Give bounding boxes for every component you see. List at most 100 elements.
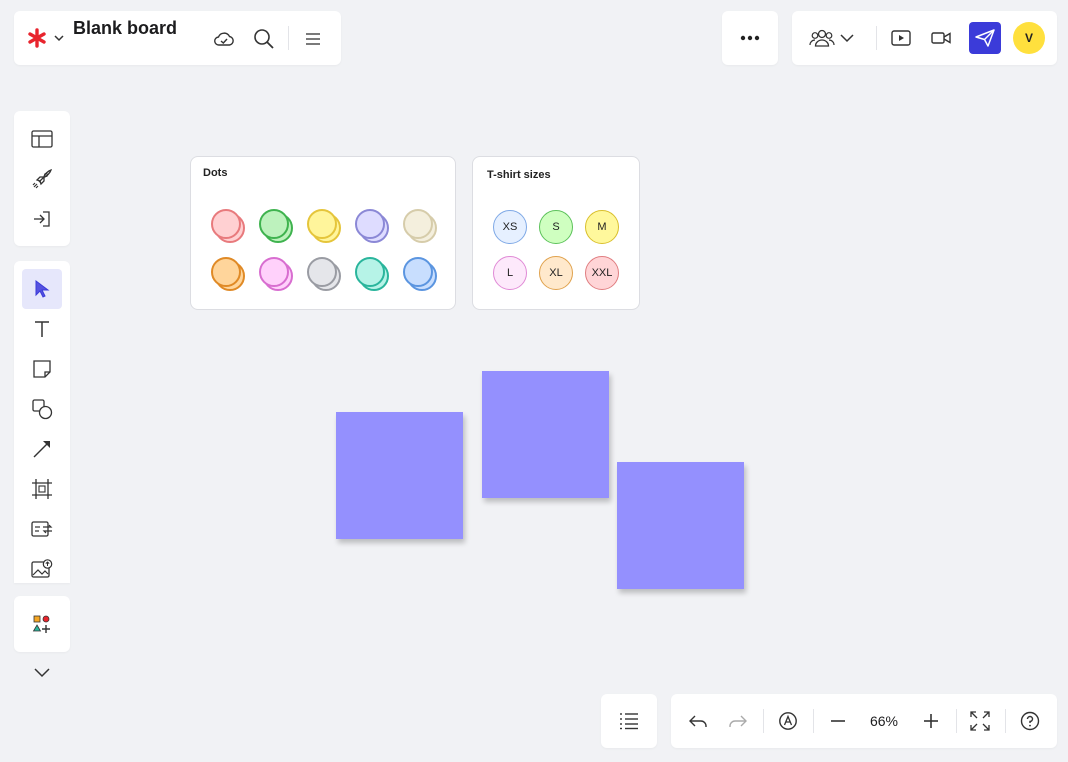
top-left-toolbar <box>14 11 341 65</box>
send-paper-plane-icon <box>975 29 995 47</box>
tshirt-size-l[interactable]: L <box>493 256 527 290</box>
zoom-level[interactable]: 66% <box>860 712 908 730</box>
divider <box>1005 709 1006 733</box>
sticky-note-icon <box>33 360 51 378</box>
dot-sticker[interactable] <box>403 209 437 243</box>
outline-button[interactable] <box>615 707 643 735</box>
video-camera-icon <box>931 32 951 44</box>
outline-panel <box>601 694 657 748</box>
text-t-icon <box>35 321 49 337</box>
quick-start-button[interactable] <box>28 165 56 193</box>
app-menu-button[interactable] <box>24 24 68 52</box>
search-icon <box>254 29 274 49</box>
share-button[interactable] <box>969 22 1001 54</box>
zoom-out-button[interactable] <box>825 708 851 734</box>
fit-screen-icon <box>970 711 990 731</box>
help-button[interactable] <box>1017 708 1043 734</box>
frame-tool-button[interactable] <box>28 475 56 503</box>
tshirt-size-xs[interactable]: XS <box>493 210 527 244</box>
text-tool-button[interactable] <box>28 315 56 343</box>
fit-to-screen-button[interactable] <box>967 708 993 734</box>
redo-button[interactable] <box>725 708 751 734</box>
tshirt-size-xl[interactable]: XL <box>539 256 573 290</box>
rocket-icon <box>32 168 53 189</box>
chevron-down-icon <box>840 34 854 43</box>
divider <box>763 709 764 733</box>
left-toolbar-tools <box>14 261 70 583</box>
help-question-icon <box>1020 711 1040 731</box>
main-menu-button[interactable] <box>300 26 326 52</box>
comments-button[interactable] <box>775 708 801 734</box>
expand-toolbar-button[interactable] <box>28 660 56 684</box>
play-presentation-icon <box>891 30 911 46</box>
dot-sticker[interactable] <box>259 257 293 291</box>
dot-sticker[interactable] <box>211 209 245 243</box>
shapes-tool-button[interactable] <box>28 395 56 423</box>
more-options-button[interactable] <box>732 24 768 52</box>
dot-sticker[interactable] <box>403 257 437 291</box>
collaboration-toolbar: V <box>792 11 1057 65</box>
connector-arrow-icon <box>33 441 50 458</box>
redo-icon <box>729 715 747 727</box>
tshirt-sizes-frame[interactable]: T-shirt sizes XS S M L XL XXL <box>472 156 640 310</box>
hamburger-menu-icon <box>306 33 320 45</box>
undo-icon <box>689 715 707 727</box>
comment-mention-icon <box>779 712 797 730</box>
dots-frame[interactable]: Dots <box>190 156 456 310</box>
presentation-button[interactable] <box>888 25 914 51</box>
dot-sticker[interactable] <box>307 209 341 243</box>
plus-icon <box>924 714 938 728</box>
templates-layout-icon <box>31 130 53 148</box>
dot-sticker[interactable] <box>259 209 293 243</box>
sticky-note-tool-button[interactable] <box>28 355 56 383</box>
tshirt-size-xxl[interactable]: XXL <box>585 256 619 290</box>
dot-sticker[interactable] <box>355 209 389 243</box>
card-tool-button[interactable] <box>28 515 56 543</box>
chevron-down-icon <box>34 668 50 678</box>
sticky-note[interactable] <box>336 412 463 539</box>
tshirt-size-s[interactable]: S <box>539 210 573 244</box>
cursor-arrow-icon <box>35 280 50 298</box>
search-button[interactable] <box>250 25 278 53</box>
select-tool-button[interactable] <box>22 269 62 309</box>
collaborators-button[interactable] <box>804 24 860 52</box>
templates-button[interactable] <box>28 125 56 153</box>
board-title[interactable]: Blank board <box>73 17 177 39</box>
minus-icon <box>831 720 845 722</box>
dot-sticker[interactable] <box>355 257 389 291</box>
card-switch-icon <box>31 521 53 537</box>
tshirt-size-m[interactable]: M <box>585 210 619 244</box>
connector-tool-button[interactable] <box>28 435 56 463</box>
image-upload-icon <box>31 559 53 578</box>
asterisk-logo-icon <box>28 28 46 48</box>
avatar-letter: V <box>1024 31 1033 45</box>
divider <box>288 26 289 50</box>
undo-button[interactable] <box>685 708 711 734</box>
frame-title: Dots <box>203 167 228 179</box>
cloud-sync-button[interactable] <box>211 26 237 52</box>
divider <box>813 709 814 733</box>
chevron-down-icon <box>54 35 64 42</box>
shapes-icon <box>32 399 53 420</box>
sticky-note[interactable] <box>482 371 609 498</box>
frame-title: T-shirt sizes <box>487 169 551 181</box>
import-button[interactable] <box>28 205 56 233</box>
dot-sticker[interactable] <box>211 257 245 291</box>
cloud-check-icon <box>214 32 234 46</box>
frame-icon <box>32 479 52 499</box>
sticky-note[interactable] <box>617 462 744 589</box>
left-toolbar-apps <box>14 596 70 652</box>
import-arrow-icon <box>34 211 50 227</box>
divider <box>876 26 877 50</box>
zoom-in-button[interactable] <box>918 708 944 734</box>
video-call-button[interactable] <box>928 25 954 51</box>
apps-shapes-icon <box>32 615 50 633</box>
left-toolbar-top <box>14 111 70 246</box>
dot-sticker[interactable] <box>307 257 341 291</box>
image-upload-tool-button[interactable] <box>28 555 56 583</box>
divider <box>956 709 957 733</box>
more-apps-button[interactable] <box>28 610 56 638</box>
people-group-icon <box>809 29 835 47</box>
user-avatar[interactable]: V <box>1013 22 1045 54</box>
more-options-panel <box>722 11 778 65</box>
